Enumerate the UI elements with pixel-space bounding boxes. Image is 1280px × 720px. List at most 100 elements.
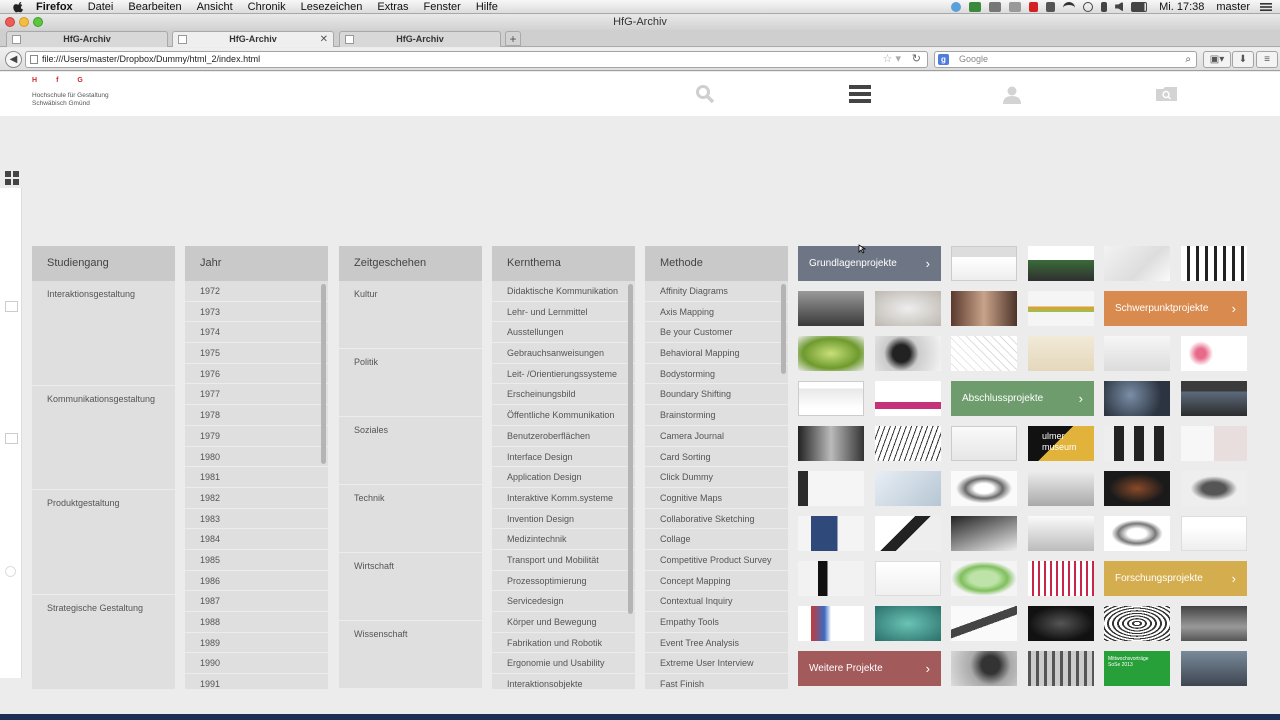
filter-item[interactable]: Öffentliche Kommunikation — [492, 405, 635, 426]
timeline-view-icon[interactable] — [5, 566, 16, 577]
project-thumbnail[interactable] — [951, 426, 1017, 461]
column-header[interactable]: Jahr — [185, 246, 328, 281]
filter-item[interactable]: 1990 — [185, 653, 328, 675]
filter-item[interactable]: Politik — [339, 349, 482, 417]
filter-item[interactable]: Interaktionsgestaltung — [32, 281, 175, 386]
project-thumbnail[interactable] — [951, 336, 1017, 371]
project-thumbnail[interactable] — [875, 381, 941, 416]
filter-item[interactable]: Kultur — [339, 281, 482, 349]
filter-item[interactable]: Axis Mapping — [645, 302, 788, 323]
apple-icon[interactable] — [12, 1, 26, 13]
project-thumbnail[interactable] — [1028, 516, 1094, 551]
column-header[interactable]: Kernthema — [492, 246, 635, 281]
site-logo[interactable]: Hf G — [32, 77, 102, 84]
bluetooth-icon[interactable] — [1101, 1, 1108, 12]
scrollbar-thumb[interactable] — [321, 284, 326, 464]
filter-item[interactable]: Collaborative Sketching — [645, 509, 788, 530]
app-status-icon-2[interactable] — [989, 1, 1002, 12]
filter-item[interactable]: Körper und Bewegung — [492, 612, 635, 633]
category-tile-forschung[interactable]: Forschungsprojekte › — [1104, 561, 1247, 596]
filter-item[interactable]: 1989 — [185, 633, 328, 654]
filter-item[interactable]: Technik — [339, 485, 482, 553]
filter-item[interactable]: Brainstorming — [645, 405, 788, 426]
filter-item[interactable]: 1974 — [185, 322, 328, 344]
project-thumbnail[interactable] — [1104, 516, 1170, 551]
project-thumbnail[interactable] — [1104, 426, 1170, 461]
project-thumbnail[interactable] — [951, 606, 1017, 641]
project-thumbnail[interactable] — [875, 516, 941, 551]
filter-item[interactable]: Affinity Diagrams — [645, 281, 788, 302]
search-icon[interactable] — [695, 84, 715, 104]
filter-item[interactable]: Interaktive Komm.systeme — [492, 488, 635, 509]
filter-item[interactable]: Fabrikation und Robotik — [492, 633, 635, 654]
project-thumbnail[interactable] — [951, 561, 1017, 596]
menu-icon[interactable]: ≡ — [1256, 51, 1278, 68]
menu-hilfe[interactable]: Hilfe — [476, 1, 498, 13]
project-thumbnail[interactable] — [798, 516, 864, 551]
column-header[interactable]: Studiengang — [32, 246, 175, 281]
notification-center-icon[interactable] — [1260, 2, 1272, 12]
filter-item[interactable]: 1972 — [185, 281, 328, 302]
project-thumbnail[interactable] — [1028, 651, 1094, 686]
filter-item[interactable]: Interface Design — [492, 447, 635, 468]
app-status-icon-3[interactable] — [1009, 1, 1022, 12]
record-icon[interactable] — [1029, 1, 1039, 12]
bookmark-star-icon[interactable]: ☆ ▾ — [883, 52, 901, 67]
filter-item[interactable]: Event Tree Analysis — [645, 633, 788, 654]
project-thumbnail[interactable] — [951, 651, 1017, 686]
project-thumbnail[interactable] — [1104, 381, 1170, 416]
project-thumbnail[interactable] — [1181, 381, 1247, 416]
search-bar[interactable]: g Google ⌕ — [934, 51, 1197, 68]
filter-item[interactable]: 1977 — [185, 384, 328, 406]
window-close-button[interactable] — [5, 17, 15, 27]
project-thumbnail[interactable] — [875, 336, 941, 371]
filter-item[interactable]: 1973 — [185, 302, 328, 323]
filter-item[interactable]: Behavioral Mapping — [645, 343, 788, 364]
project-thumbnail[interactable] — [1028, 561, 1094, 596]
project-thumbnail[interactable]: ulmer museum — [1028, 426, 1094, 461]
project-thumbnail[interactable] — [1104, 606, 1170, 641]
project-thumbnail[interactable] — [1104, 336, 1170, 371]
app-status-icon[interactable] — [969, 1, 982, 12]
filter-item[interactable]: 1987 — [185, 591, 328, 612]
project-thumbnail[interactable]: Mittwochsvorträge SoSe 2013 — [1104, 651, 1170, 686]
filter-item[interactable]: Click Dummy — [645, 467, 788, 488]
user-icon[interactable] — [1002, 86, 1022, 104]
project-thumbnail[interactable] — [798, 606, 864, 641]
menu-datei[interactable]: Datei — [88, 1, 114, 13]
filter-item[interactable]: Camera Journal — [645, 426, 788, 447]
filter-item[interactable]: 1985 — [185, 550, 328, 571]
filter-item[interactable]: Contextual Inquiry — [645, 591, 788, 612]
browser-tab-3[interactable]: HfG-Archiv — [339, 31, 501, 47]
filter-item[interactable]: Competitive Product Survey — [645, 550, 788, 571]
project-thumbnail[interactable] — [798, 426, 864, 461]
menu-icon[interactable] — [849, 85, 871, 104]
filter-item[interactable]: 1988 — [185, 612, 328, 633]
address-bar[interactable]: file:///Users/master/Dropbox/Dummy/html_… — [25, 51, 928, 68]
menubar-user[interactable]: master — [1216, 1, 1250, 13]
filter-item[interactable]: 1979 — [185, 426, 328, 447]
project-thumbnail[interactable] — [875, 561, 941, 596]
battery-icon[interactable] — [1131, 1, 1148, 12]
filter-item[interactable]: 1986 — [185, 571, 328, 592]
filter-item[interactable]: Extreme User Interview — [645, 653, 788, 675]
project-thumbnail[interactable] — [951, 471, 1017, 506]
category-tile-grundlagen[interactable]: Grundlagenprojekte › — [798, 246, 941, 281]
project-thumbnail[interactable] — [798, 471, 864, 506]
grid-view-icon[interactable] — [5, 171, 19, 185]
filter-item[interactable]: Strategische Gestaltung — [32, 595, 175, 690]
filter-item[interactable]: Transport und Mobilität — [492, 550, 635, 571]
browser-tab-2[interactable]: HfG-Archiv ✕ — [172, 31, 334, 47]
project-thumbnail[interactable] — [1028, 606, 1094, 641]
menu-lesezeichen[interactable]: Lesezeichen — [301, 1, 363, 13]
filter-item[interactable]: Application Design — [492, 467, 635, 488]
project-thumbnail[interactable] — [1028, 336, 1094, 371]
project-thumbnail[interactable] — [951, 291, 1017, 326]
filter-item[interactable]: Servicedesign — [492, 591, 635, 612]
filter-item[interactable]: 1991 — [185, 674, 328, 689]
project-thumbnail[interactable] — [1104, 246, 1170, 281]
filter-item[interactable]: 1984 — [185, 529, 328, 550]
filter-item[interactable]: Produktgestaltung — [32, 490, 175, 595]
column-header[interactable]: Methode — [645, 246, 788, 281]
filter-item[interactable]: 1978 — [185, 405, 328, 426]
